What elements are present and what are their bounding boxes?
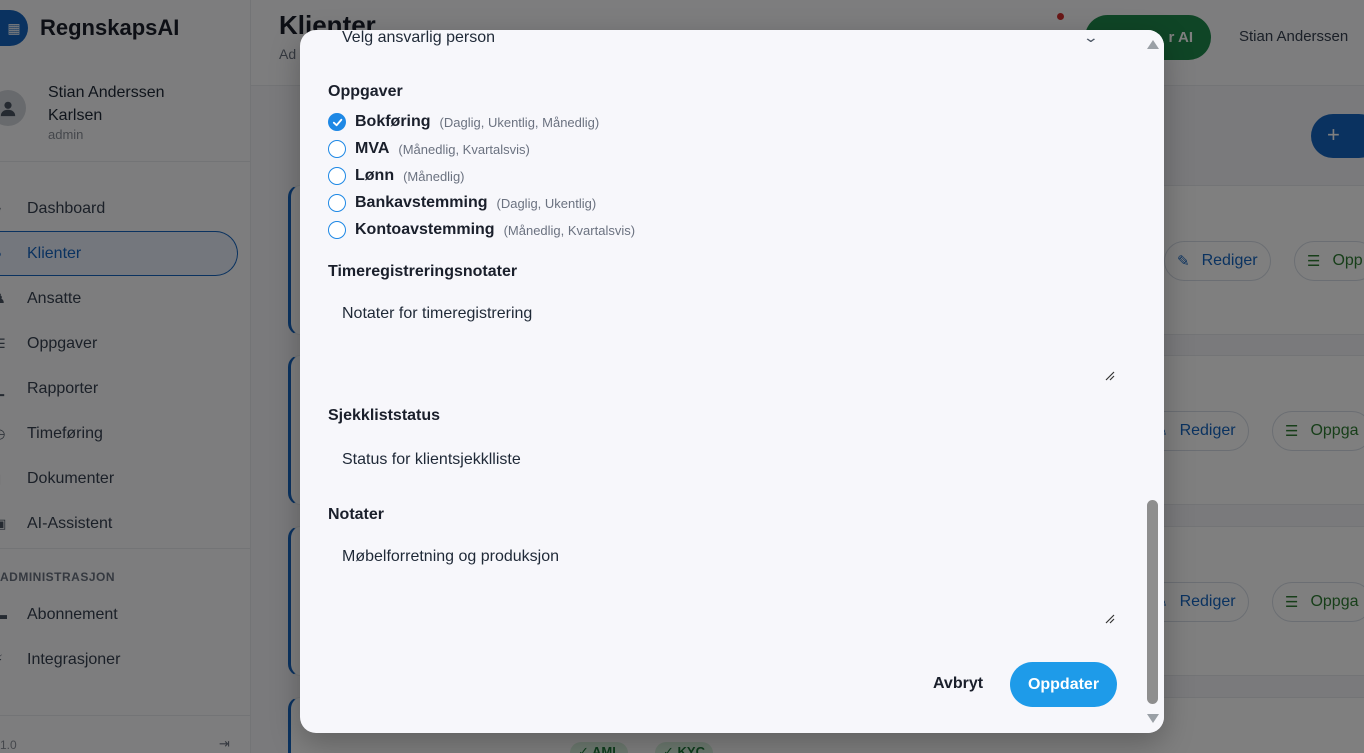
chevron-down-icon[interactable]: ⌄ [1083, 30, 1099, 46]
scroll-down-arrow-icon[interactable] [1147, 714, 1159, 723]
task-frequency: (Månedlig) [403, 168, 465, 184]
scroll-up-arrow-icon[interactable] [1147, 40, 1159, 49]
task-name: Kontoavstemming [355, 221, 495, 238]
task-option-mva[interactable]: MVA (Månedlig, Kvartalsvis) [328, 139, 530, 159]
cancel-button[interactable]: Avbryt [924, 662, 992, 706]
task-name: Lønn [355, 167, 395, 184]
time-notes-label: Timeregistreringsnotater [328, 263, 518, 280]
task-frequency: (Månedlig, Kvartalsvis) [398, 141, 530, 157]
scrollbar-thumb[interactable] [1147, 500, 1158, 704]
checklist-status-value: Status for klientsjekklliste [342, 451, 521, 468]
checkbox[interactable] [328, 194, 346, 212]
checkbox[interactable] [328, 221, 346, 239]
checkbox[interactable] [328, 167, 346, 185]
time-notes-value: Notater for timeregistrering [342, 305, 533, 322]
checklist-status-label: Sjekkliststatus [328, 407, 441, 424]
edit-client-dialog: Velg ansvarlig person ⌄ Oppgaver Bokføri… [300, 30, 1164, 733]
task-option-kontoavstemming[interactable]: Kontoavstemming (Månedlig, Kvartalsvis) [328, 220, 635, 240]
notes-value: Møbelforretning og produksjon [342, 548, 560, 565]
task-name: MVA [355, 140, 390, 157]
checkmark-icon [332, 118, 342, 126]
checkbox-checked[interactable] [328, 113, 346, 131]
task-option-lonn[interactable]: Lønn (Månedlig) [328, 166, 465, 186]
task-frequency: (Daglig, Ukentlig, Månedlig) [439, 114, 600, 130]
tasks-label: Oppgaver [328, 83, 403, 100]
resize-handle-icon[interactable] [1105, 371, 1115, 381]
notes-label: Notater [328, 506, 385, 523]
update-button[interactable]: Oppdater [1010, 662, 1117, 707]
task-frequency: (Daglig, Ukentlig) [496, 195, 597, 211]
resize-handle-icon[interactable] [1105, 614, 1115, 624]
task-option-bankavstemming[interactable]: Bankavstemming (Daglig, Ukentlig) [328, 193, 596, 213]
task-frequency: (Månedlig, Kvartalsvis) [503, 222, 636, 238]
checkbox[interactable] [328, 140, 346, 158]
task-option-bokforing[interactable]: Bokføring (Daglig, Ukentlig, Månedlig) [328, 112, 599, 132]
task-name: Bokføring [355, 113, 431, 130]
responsible-person-select[interactable]: Velg ansvarlig person [342, 30, 495, 47]
task-name: Bankavstemming [355, 194, 488, 211]
